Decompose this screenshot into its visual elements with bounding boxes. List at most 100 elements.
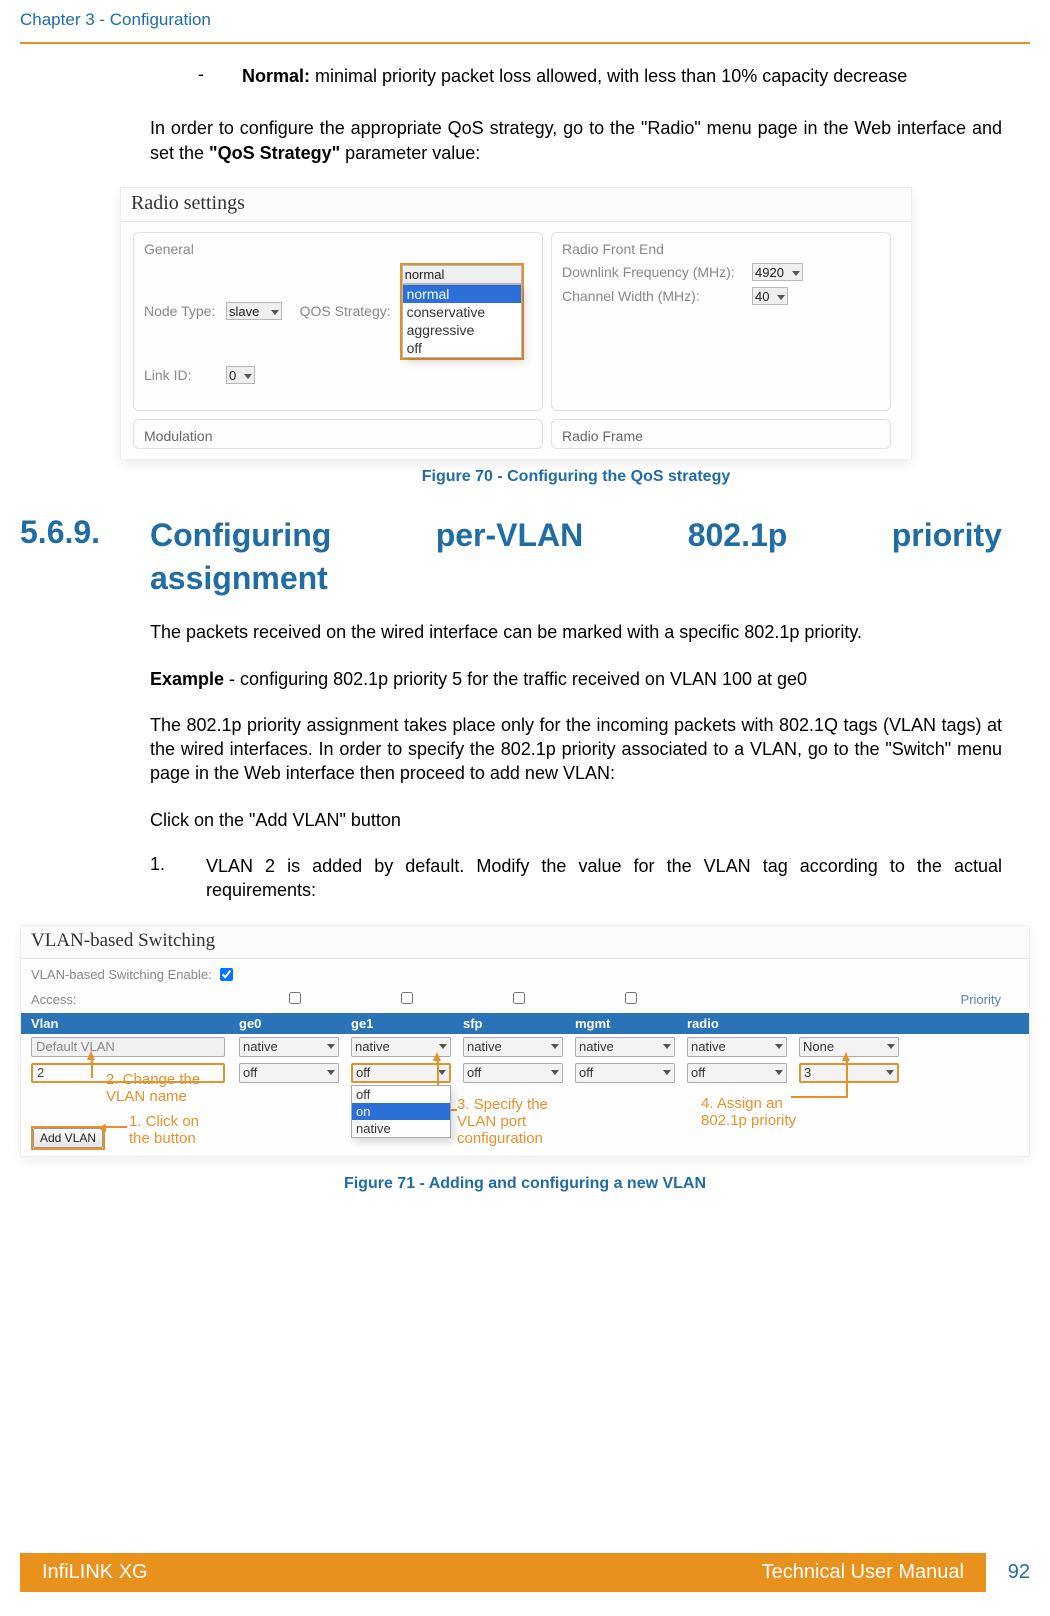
head-radio: radio (687, 1016, 799, 1031)
access-label: Access: (31, 992, 239, 1007)
radio-frame-group: Radio Frame (551, 419, 891, 449)
drop-native[interactable]: native (352, 1120, 450, 1137)
row2-sfp-select[interactable]: off (463, 1063, 563, 1083)
row2-mgmt-select[interactable]: off (575, 1063, 675, 1083)
page-footer: InfiLINK XG Technical User Manual 92 (20, 1553, 1030, 1592)
caret-icon (551, 1044, 559, 1049)
qos-strategy-label: QOS Strategy: (300, 303, 400, 319)
anno-2-line (91, 1060, 93, 1078)
ol-number: 1. (150, 854, 170, 903)
caret-icon (551, 1070, 559, 1075)
bullet-item: - Normal: minimal priority packet loss a… (198, 64, 1002, 88)
general-label: General (144, 241, 532, 257)
caret-icon (439, 1044, 447, 1049)
caret-icon (775, 1044, 783, 1049)
figure70-caption: Figure 70 - Configuring the QoS strategy (150, 468, 1002, 486)
qos-strategy-select[interactable]: normal (402, 265, 522, 284)
qos-option-aggressive[interactable]: aggressive (403, 321, 521, 339)
node-type-select[interactable]: slave (226, 302, 282, 320)
vbs-enable-row: VLAN-based Switching Enable: (21, 959, 1029, 990)
footer-right: Technical User Manual (762, 1561, 964, 1584)
anno-4-line1 (846, 1060, 848, 1098)
vbs-table-row-default: native native native native native None (21, 1034, 1029, 1060)
row2-ge0-select[interactable]: off (239, 1063, 339, 1083)
qos-option-off[interactable]: off (403, 339, 521, 357)
general-group: General Node Type: slave QOS Strategy: n… (133, 232, 543, 411)
row1-mgmt-select[interactable]: native (575, 1037, 675, 1057)
caret-icon (663, 1070, 671, 1075)
row1-ge0-select[interactable]: native (239, 1037, 339, 1057)
drop-on[interactable]: on (352, 1103, 450, 1120)
caret-icon (886, 1070, 894, 1075)
paragraph-click-addvlan: Click on the "Add VLAN" button (150, 808, 1002, 832)
qos-option-conservative[interactable]: conservative (403, 303, 521, 321)
section-title: Configuring per-VLAN 802.1p priority ass… (150, 514, 1002, 600)
row2-priority-select[interactable]: 3 (799, 1063, 899, 1083)
caret-icon (244, 374, 252, 379)
vbs-title: VLAN-based Switching (21, 926, 1029, 959)
caret-icon (663, 1044, 671, 1049)
row1-sfp-select[interactable]: native (463, 1037, 563, 1057)
footer-page-number: 92 (986, 1561, 1030, 1584)
bullet-dash: - (198, 64, 208, 88)
link-id-select[interactable]: 0 (226, 366, 255, 384)
channel-width-label: Channel Width (MHz): (562, 288, 752, 304)
radio-frame-label: Radio Frame (562, 428, 643, 444)
vlan-name-default (31, 1037, 225, 1057)
p1c: parameter value: (340, 143, 480, 163)
modulation-label: Modulation (144, 428, 213, 444)
figure71-caption: Figure 71 - Adding and configuring a new… (0, 1175, 1050, 1193)
head-ge1: ge1 (351, 1016, 463, 1031)
vbs-table-head: Vlan ge0 ge1 sfp mgmt radio (21, 1013, 1029, 1034)
anno-1-arrow (97, 1124, 106, 1132)
qos-select-highlight: normal normal conservative aggressive of… (400, 263, 524, 360)
qos-option-normal[interactable]: normal (403, 285, 521, 303)
anno-1-line (103, 1126, 127, 1128)
add-vlan-highlight: Add VLAN (31, 1126, 105, 1150)
head-ge0: ge0 (239, 1016, 351, 1031)
anno-4: 4. Assign an802.1p priority (701, 1095, 796, 1130)
radio-settings-body: General Node Type: slave QOS Strategy: n… (121, 222, 911, 419)
normal-desc: minimal priority packet loss allowed, wi… (310, 66, 907, 86)
ordered-item-1: 1. VLAN 2 is added by default. Modify th… (150, 854, 1002, 903)
anno-2: 2. Change theVLAN name (106, 1071, 200, 1106)
ol-text: VLAN 2 is added by default. Modify the v… (206, 854, 1002, 903)
head-sfp: sfp (463, 1016, 575, 1031)
caret-icon (271, 310, 279, 315)
rfe-label: Radio Front End (562, 241, 880, 257)
row2-radio-select[interactable]: off (687, 1063, 787, 1083)
caret-icon (777, 295, 785, 300)
anno-3: 3. Specify theVLAN portconfiguration (457, 1096, 548, 1148)
vbs-enable-checkbox[interactable] (220, 968, 233, 981)
caret-icon (792, 271, 800, 276)
anno-3-arrow (433, 1052, 441, 1061)
vbs-enable-label: VLAN-based Switching Enable: (31, 967, 212, 982)
head-vlan: Vlan (31, 1016, 239, 1031)
anno-1: 1. Click onthe button (129, 1113, 199, 1148)
example-label: Example (150, 669, 224, 689)
channel-width-select[interactable]: 40 (752, 287, 788, 305)
p1b: "QoS Strategy" (209, 143, 340, 163)
drop-off[interactable]: off (352, 1086, 450, 1103)
downlink-freq-select[interactable]: 4920 (752, 263, 803, 281)
normal-label: Normal: (242, 66, 310, 86)
access-cb-sfp[interactable] (513, 992, 525, 1004)
chapter-header: Chapter 3 - Configuration (0, 0, 1050, 30)
row1-radio-select[interactable]: native (687, 1037, 787, 1057)
node-type-label: Node Type: (144, 303, 226, 319)
caret-icon (438, 1070, 446, 1075)
access-cb-ge1[interactable] (401, 992, 413, 1004)
caret-icon (327, 1044, 335, 1049)
radio-settings-bottom: Modulation Radio Frame (121, 419, 911, 449)
access-cb-mgmt[interactable] (625, 992, 637, 1004)
vlan-switching-screenshot: VLAN-based Switching VLAN-based Switchin… (20, 925, 1030, 1157)
caret-icon (327, 1070, 335, 1075)
radio-settings-screenshot: Radio settings General Node Type: slave … (120, 187, 912, 460)
row2-ge1-select[interactable]: off (351, 1063, 451, 1083)
add-vlan-button[interactable]: Add VLAN (33, 1128, 103, 1148)
head-mgmt: mgmt (575, 1016, 687, 1031)
caret-icon (887, 1044, 895, 1049)
anno-2-arrow (87, 1051, 95, 1060)
modulation-group: Modulation (133, 419, 543, 449)
access-cb-ge0[interactable] (289, 992, 301, 1004)
